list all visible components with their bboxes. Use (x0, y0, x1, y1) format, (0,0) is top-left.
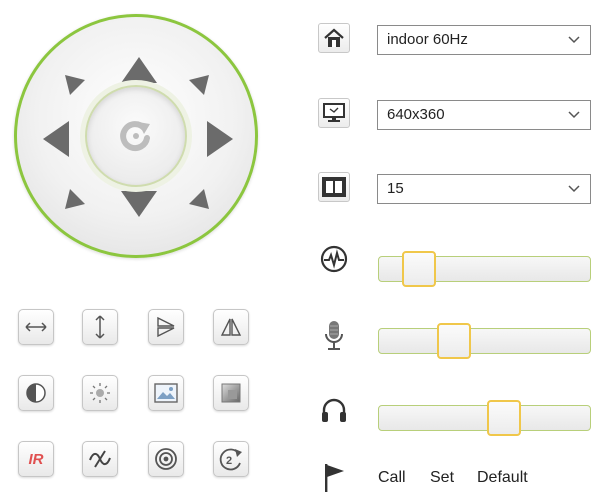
refresh-icon (120, 121, 150, 152)
chevron-down-icon (568, 36, 580, 44)
flip-vertical-icon (93, 315, 107, 339)
quality-slider-thumb[interactable] (402, 251, 436, 287)
quality-slider[interactable] (378, 251, 591, 287)
monitor-icon (318, 98, 350, 128)
flip-icon (220, 316, 242, 338)
infrared-icon: IR (28, 450, 44, 468)
no-flicker-button[interactable] (82, 441, 118, 477)
speaker-slider-thumb[interactable] (487, 400, 521, 436)
resolution-select-value: 640x360 (387, 106, 445, 123)
saturation-button[interactable] (213, 375, 249, 411)
mirror-button[interactable] (148, 309, 184, 345)
saturation-icon (220, 382, 242, 404)
pan-right-arrow[interactable] (207, 121, 233, 157)
microphone-icon (318, 321, 350, 351)
flip-horizontal-button[interactable] (18, 309, 54, 345)
mode-select-value: indoor 60Hz (387, 31, 468, 48)
frame-rate-select-value: 15 (387, 180, 404, 197)
patrol-speed-button[interactable]: 2 (213, 441, 249, 477)
contrast-icon (25, 382, 47, 404)
chevron-down-icon (568, 185, 580, 193)
preset-call-button[interactable]: Call (378, 469, 406, 487)
ptz-center-button[interactable] (85, 85, 187, 187)
patrol-icon (154, 447, 178, 471)
chevron-down-icon (568, 111, 580, 119)
image-icon (154, 383, 178, 403)
frame-rate-select[interactable]: 15 (377, 174, 591, 204)
pan-down-right-arrow[interactable] (187, 187, 211, 211)
svg-text:2: 2 (226, 455, 232, 467)
pan-up-right-arrow[interactable] (187, 73, 211, 97)
flip-button[interactable] (213, 309, 249, 345)
pan-up-left-arrow[interactable] (63, 73, 87, 97)
brightness-button[interactable] (82, 375, 118, 411)
flip-horizontal-icon (25, 320, 47, 334)
pan-up-arrow[interactable] (121, 57, 157, 83)
contrast-button[interactable] (18, 375, 54, 411)
infrared-button[interactable]: IR (18, 441, 54, 477)
speaker-slider[interactable] (378, 400, 591, 436)
film-icon (318, 172, 350, 202)
microphone-slider-thumb[interactable] (437, 323, 471, 359)
preset-default-button[interactable]: Default (477, 469, 528, 487)
pan-left-arrow[interactable] (43, 121, 69, 157)
house-icon (318, 23, 350, 53)
flag-icon (318, 462, 350, 492)
patrol-speed-icon: 2 (218, 446, 244, 472)
mirror-icon (155, 316, 177, 338)
image-settings-button[interactable] (148, 375, 184, 411)
ptz-dial (14, 14, 258, 258)
flip-vertical-button[interactable] (82, 309, 118, 345)
microphone-slider[interactable] (378, 323, 591, 359)
resolution-select[interactable]: 640x360 (377, 100, 591, 130)
brightness-icon (88, 381, 112, 405)
mode-select[interactable]: indoor 60Hz (377, 25, 591, 55)
no-flicker-icon (88, 450, 112, 468)
patrol-button[interactable] (148, 441, 184, 477)
preset-set-button[interactable]: Set (430, 469, 454, 487)
headphones-icon (318, 395, 350, 425)
pan-down-arrow[interactable] (121, 191, 157, 217)
pan-down-left-arrow[interactable] (63, 187, 87, 211)
wave-icon (318, 244, 350, 274)
